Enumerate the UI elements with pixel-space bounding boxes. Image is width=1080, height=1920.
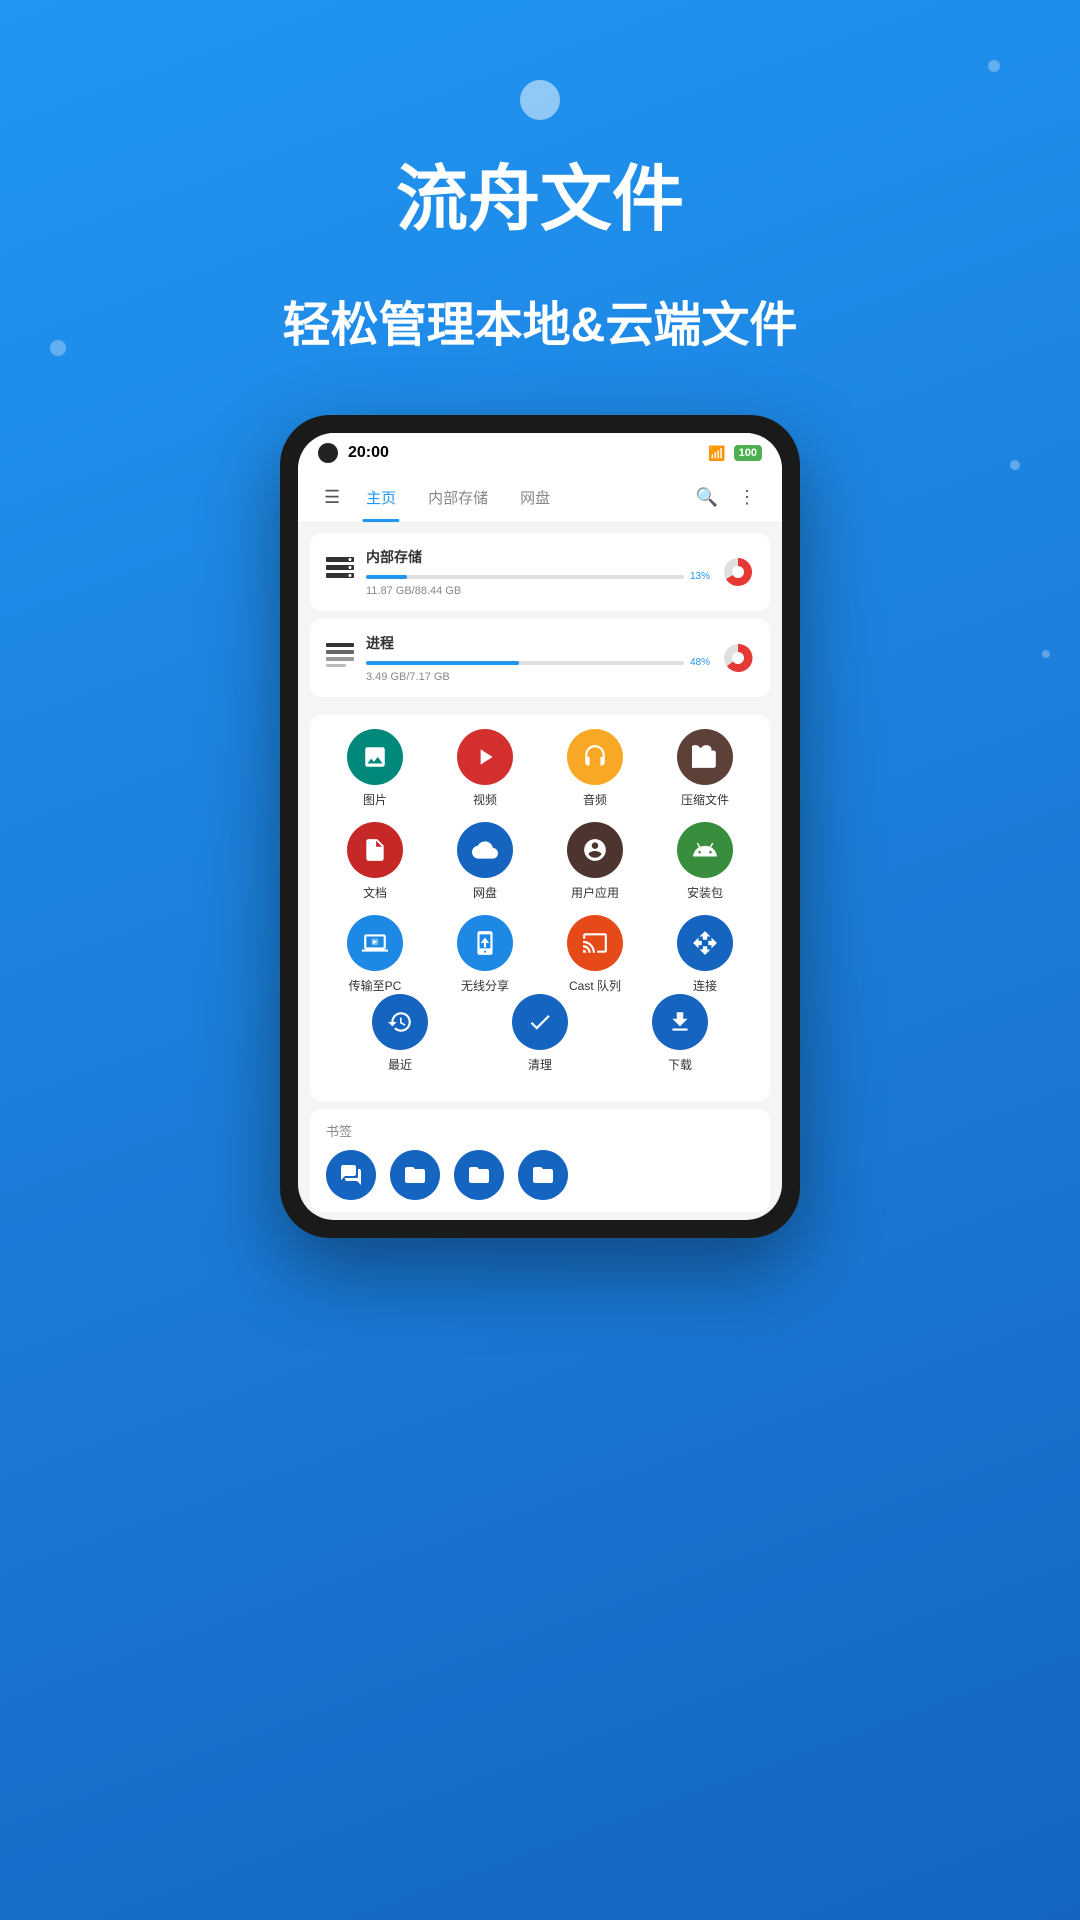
app-title: 流舟文件 bbox=[0, 140, 1080, 245]
process-progress-bg bbox=[366, 661, 684, 665]
tab-cloud[interactable]: 网盘 bbox=[504, 473, 566, 522]
app-label-download: 下载 bbox=[668, 1056, 692, 1073]
app-icon-connect bbox=[677, 915, 733, 971]
app-item-docs[interactable]: 文档 bbox=[320, 822, 430, 901]
tab-internal[interactable]: 内部存储 bbox=[412, 473, 504, 522]
internal-storage-name: 内部存储 bbox=[366, 547, 710, 567]
app-item-user-apps[interactable]: 用户应用 bbox=[540, 822, 650, 901]
app-icon-apk bbox=[677, 822, 733, 878]
more-button[interactable]: ⋮ bbox=[728, 477, 766, 518]
phone-wrapper: 20:00 📶 100 ☰ 主页 内部存储 网盘 🔍 ⋮ bbox=[0, 415, 1080, 1238]
app-grid-section: 图片 视频 音频 bbox=[310, 715, 770, 1101]
phone-screen: 20:00 📶 100 ☰ 主页 内部存储 网盘 🔍 ⋮ bbox=[298, 433, 782, 1220]
internal-progress-bg bbox=[366, 575, 684, 579]
app-label-cast: Cast 队列 bbox=[569, 977, 621, 994]
app-icon-photos bbox=[347, 729, 403, 785]
app-icon-docs bbox=[347, 822, 403, 878]
process-card[interactable]: 进程 48% 3.49 GB/7.17 GB bbox=[310, 619, 770, 697]
process-storage-size: 3.49 GB/7.17 GB bbox=[366, 671, 710, 683]
menu-icon[interactable]: ☰ bbox=[314, 473, 350, 522]
tab-home[interactable]: 主页 bbox=[350, 473, 412, 522]
app-item-recent[interactable]: 最近 bbox=[330, 994, 470, 1073]
internal-progress-fill bbox=[366, 575, 407, 579]
app-icon-video bbox=[457, 729, 513, 785]
app-grid: 图片 视频 音频 bbox=[320, 729, 760, 994]
app-icon-cast bbox=[567, 915, 623, 971]
app-label-audio: 音频 bbox=[583, 791, 607, 808]
process-progress-pct: 48% bbox=[690, 657, 710, 668]
app-item-photos[interactable]: 图片 bbox=[320, 729, 430, 808]
app-item-wireless[interactable]: 无线分享 bbox=[430, 915, 540, 994]
app-label-recent: 最近 bbox=[388, 1056, 412, 1073]
app-label-transfer-pc: 传输至PC bbox=[349, 977, 402, 994]
process-pie-chart bbox=[722, 642, 754, 674]
header-section: 流舟文件 轻松管理本地&云端文件 bbox=[0, 0, 1080, 355]
app-subtitle: 轻松管理本地&云端文件 bbox=[0, 285, 1080, 355]
bookmark-item-4[interactable] bbox=[518, 1150, 568, 1200]
app-label-video: 视频 bbox=[473, 791, 497, 808]
app-label-zip: 压缩文件 bbox=[681, 791, 729, 808]
app-label-photos: 图片 bbox=[363, 791, 387, 808]
app-item-download[interactable]: 下载 bbox=[610, 994, 750, 1073]
app-item-apk[interactable]: 安装包 bbox=[650, 822, 760, 901]
app-grid-bottom-row: 最近 清理 下载 bbox=[320, 994, 760, 1087]
app-icon-download bbox=[652, 994, 708, 1050]
internal-progress-wrap: 13% bbox=[366, 571, 710, 582]
internal-storage-info: 内部存储 13% 11.87 GB/88.44 GB bbox=[366, 547, 710, 597]
process-icon bbox=[326, 641, 354, 676]
process-name: 进程 bbox=[366, 633, 710, 653]
app-icon-cloud bbox=[457, 822, 513, 878]
bookmark-item-3[interactable] bbox=[454, 1150, 504, 1200]
app-label-clean: 清理 bbox=[528, 1056, 552, 1073]
header-dot bbox=[520, 80, 560, 120]
nav-tabs: ☰ 主页 内部存储 网盘 🔍 ⋮ bbox=[298, 473, 782, 523]
process-progress-wrap: 48% bbox=[366, 657, 710, 668]
app-item-audio[interactable]: 音频 bbox=[540, 729, 650, 808]
bookmarks-title: 书签 bbox=[326, 1121, 754, 1140]
bookmark-icons bbox=[326, 1150, 754, 1200]
app-icon-zip bbox=[677, 729, 733, 785]
app-item-transfer-pc[interactable]: 传输至PC bbox=[320, 915, 430, 994]
wifi-icon: 📶 bbox=[708, 445, 725, 462]
internal-progress-pct: 13% bbox=[690, 571, 710, 582]
app-label-docs: 文档 bbox=[363, 884, 387, 901]
bookmarks-section: 书签 bbox=[310, 1109, 770, 1212]
process-progress-fill bbox=[366, 661, 519, 665]
app-icon-user-apps bbox=[567, 822, 623, 878]
internal-storage-icon bbox=[326, 555, 354, 590]
status-left: 20:00 bbox=[318, 443, 389, 463]
app-item-clean[interactable]: 清理 bbox=[470, 994, 610, 1073]
app-label-cloud: 网盘 bbox=[473, 884, 497, 901]
app-item-cast[interactable]: Cast 队列 bbox=[540, 915, 650, 994]
internal-storage-card[interactable]: 内部存储 13% 11.87 GB/88.44 GB bbox=[310, 533, 770, 611]
status-right: 📶 100 bbox=[708, 445, 762, 462]
app-icon-recent bbox=[372, 994, 428, 1050]
storage-section: 内部存储 13% 11.87 GB/88.44 GB bbox=[298, 523, 782, 707]
app-item-connect[interactable]: 连接 bbox=[650, 915, 760, 994]
app-label-user-apps: 用户应用 bbox=[571, 884, 619, 901]
battery-icon: 100 bbox=[734, 445, 762, 461]
camera-dot bbox=[318, 443, 338, 463]
app-label-apk: 安装包 bbox=[687, 884, 723, 901]
bookmark-item-2[interactable] bbox=[390, 1150, 440, 1200]
search-button[interactable]: 🔍 bbox=[686, 477, 728, 518]
app-item-cloud[interactable]: 网盘 bbox=[430, 822, 540, 901]
process-info: 进程 48% 3.49 GB/7.17 GB bbox=[366, 633, 710, 683]
internal-storage-size: 11.87 GB/88.44 GB bbox=[366, 585, 710, 597]
internal-pie-chart bbox=[722, 556, 754, 588]
bookmark-item-1[interactable] bbox=[326, 1150, 376, 1200]
app-icon-clean bbox=[512, 994, 568, 1050]
app-icon-wireless bbox=[457, 915, 513, 971]
app-label-connect: 连接 bbox=[693, 977, 717, 994]
app-icon-audio bbox=[567, 729, 623, 785]
app-label-wireless: 无线分享 bbox=[461, 977, 509, 994]
app-item-video[interactable]: 视频 bbox=[430, 729, 540, 808]
app-item-zip[interactable]: 压缩文件 bbox=[650, 729, 760, 808]
status-time: 20:00 bbox=[348, 444, 389, 462]
status-bar: 20:00 📶 100 bbox=[298, 433, 782, 473]
phone-frame: 20:00 📶 100 ☰ 主页 内部存储 网盘 🔍 ⋮ bbox=[280, 415, 800, 1238]
app-icon-transfer-pc bbox=[347, 915, 403, 971]
